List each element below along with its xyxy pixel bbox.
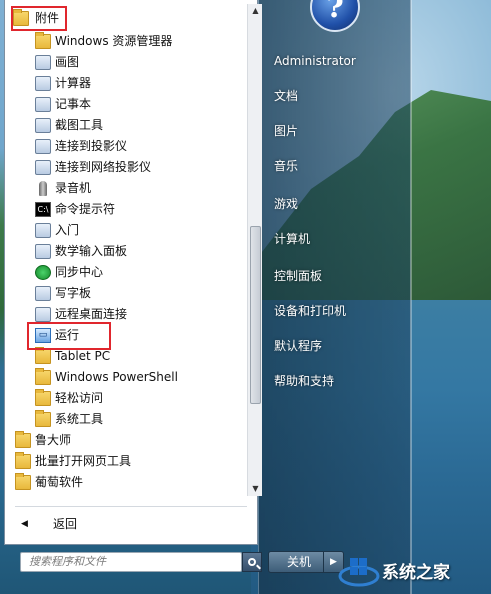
right-item-music[interactable]: 音乐: [266, 154, 402, 178]
list-item-label: 画图: [55, 55, 80, 69]
highlight-run: [27, 322, 111, 350]
remote-desktop-icon: [35, 307, 51, 322]
projector-icon: [35, 139, 51, 154]
shutdown-button[interactable]: 关机: [268, 551, 324, 573]
folder-icon: [35, 347, 51, 364]
subfolder-label: 系统工具: [55, 412, 104, 426]
folder-icon: [35, 368, 51, 385]
search-icon[interactable]: [242, 552, 262, 572]
start-menu-border: [410, 0, 412, 594]
explorer-icon: [35, 32, 51, 49]
program-list: 附件 Windows 资源管理器 画图 计算器 记事本 截图工具 连接到投影仪: [9, 0, 247, 500]
right-item-help-support[interactable]: 帮助和支持: [266, 369, 402, 393]
snipping-tool-icon: [35, 118, 51, 133]
calculator-icon: [35, 76, 51, 91]
right-item-games[interactable]: 游戏: [266, 192, 402, 216]
list-item-label: 连接到网络投影仪: [55, 160, 152, 174]
list-item-label: 记事本: [55, 97, 92, 111]
folder-icon: [15, 431, 31, 448]
paint-icon: [35, 55, 51, 70]
top-folder-label: 葡萄软件: [35, 475, 84, 489]
microphone-icon: [39, 181, 47, 196]
list-item-label: 录音机: [55, 181, 92, 195]
watermark-text: 系统之家: [382, 563, 450, 583]
list-item-label: 截图工具: [55, 118, 104, 132]
math-input-icon: [35, 244, 51, 259]
divider: [15, 506, 247, 507]
wordpad-icon: [35, 286, 51, 301]
back-button[interactable]: 返回: [53, 512, 77, 536]
right-item-computer[interactable]: 计算机: [266, 227, 402, 251]
network-projector-icon: [35, 160, 51, 175]
right-item-administrator[interactable]: Administrator: [266, 49, 402, 73]
right-item-documents[interactable]: 文档: [266, 84, 402, 108]
getting-started-icon: [35, 223, 51, 238]
right-item-default-programs[interactable]: 默认程序: [266, 334, 402, 358]
watermark-logo-icon: [338, 558, 380, 587]
scroll-up-icon[interactable]: ▲: [248, 4, 263, 18]
list-item-label: Windows 资源管理器: [55, 34, 173, 48]
list-item-label: 命令提示符: [55, 202, 116, 216]
folder-icon: [15, 473, 31, 490]
list-item-label: 同步中心: [55, 265, 104, 279]
search-input[interactable]: 搜索程序和文件: [20, 552, 242, 572]
list-item-label: 数学输入面板: [55, 244, 128, 258]
scroll-down-icon[interactable]: ▼: [248, 482, 263, 496]
highlight-accessories: [11, 6, 67, 31]
folder-icon: [35, 410, 51, 427]
right-item-control-panel[interactable]: 控制面板: [266, 264, 402, 288]
watermark: 系统之家: [330, 550, 491, 590]
back-arrow-icon[interactable]: ◀: [21, 512, 28, 536]
top-folder-label: 鲁大师: [35, 433, 72, 447]
folder-icon: [35, 389, 51, 406]
command-prompt-icon: C:\: [35, 202, 51, 217]
right-item-pictures[interactable]: 图片: [266, 119, 402, 143]
list-item-label: 入门: [55, 223, 80, 237]
folder-icon: [15, 452, 31, 469]
right-item-devices-printers[interactable]: 设备和打印机: [266, 299, 402, 323]
sync-center-icon: [35, 265, 51, 280]
start-menu-left-pane: 附件 Windows 资源管理器 画图 计算器 记事本 截图工具 连接到投影仪: [4, 0, 262, 545]
list-item-label: 计算器: [55, 76, 92, 90]
top-folder-label: 批量打开网页工具: [35, 454, 132, 468]
list-item-label: 写字板: [55, 286, 92, 300]
scrollbar-thumb[interactable]: [250, 226, 261, 404]
list-item-label: 连接到投影仪: [55, 139, 128, 153]
program-list-scrollbar[interactable]: ▲ ▼: [247, 4, 262, 496]
notepad-icon: [35, 97, 51, 112]
subfolder-label: Windows PowerShell: [55, 370, 178, 384]
subfolder-label: 轻松访问: [55, 391, 104, 405]
